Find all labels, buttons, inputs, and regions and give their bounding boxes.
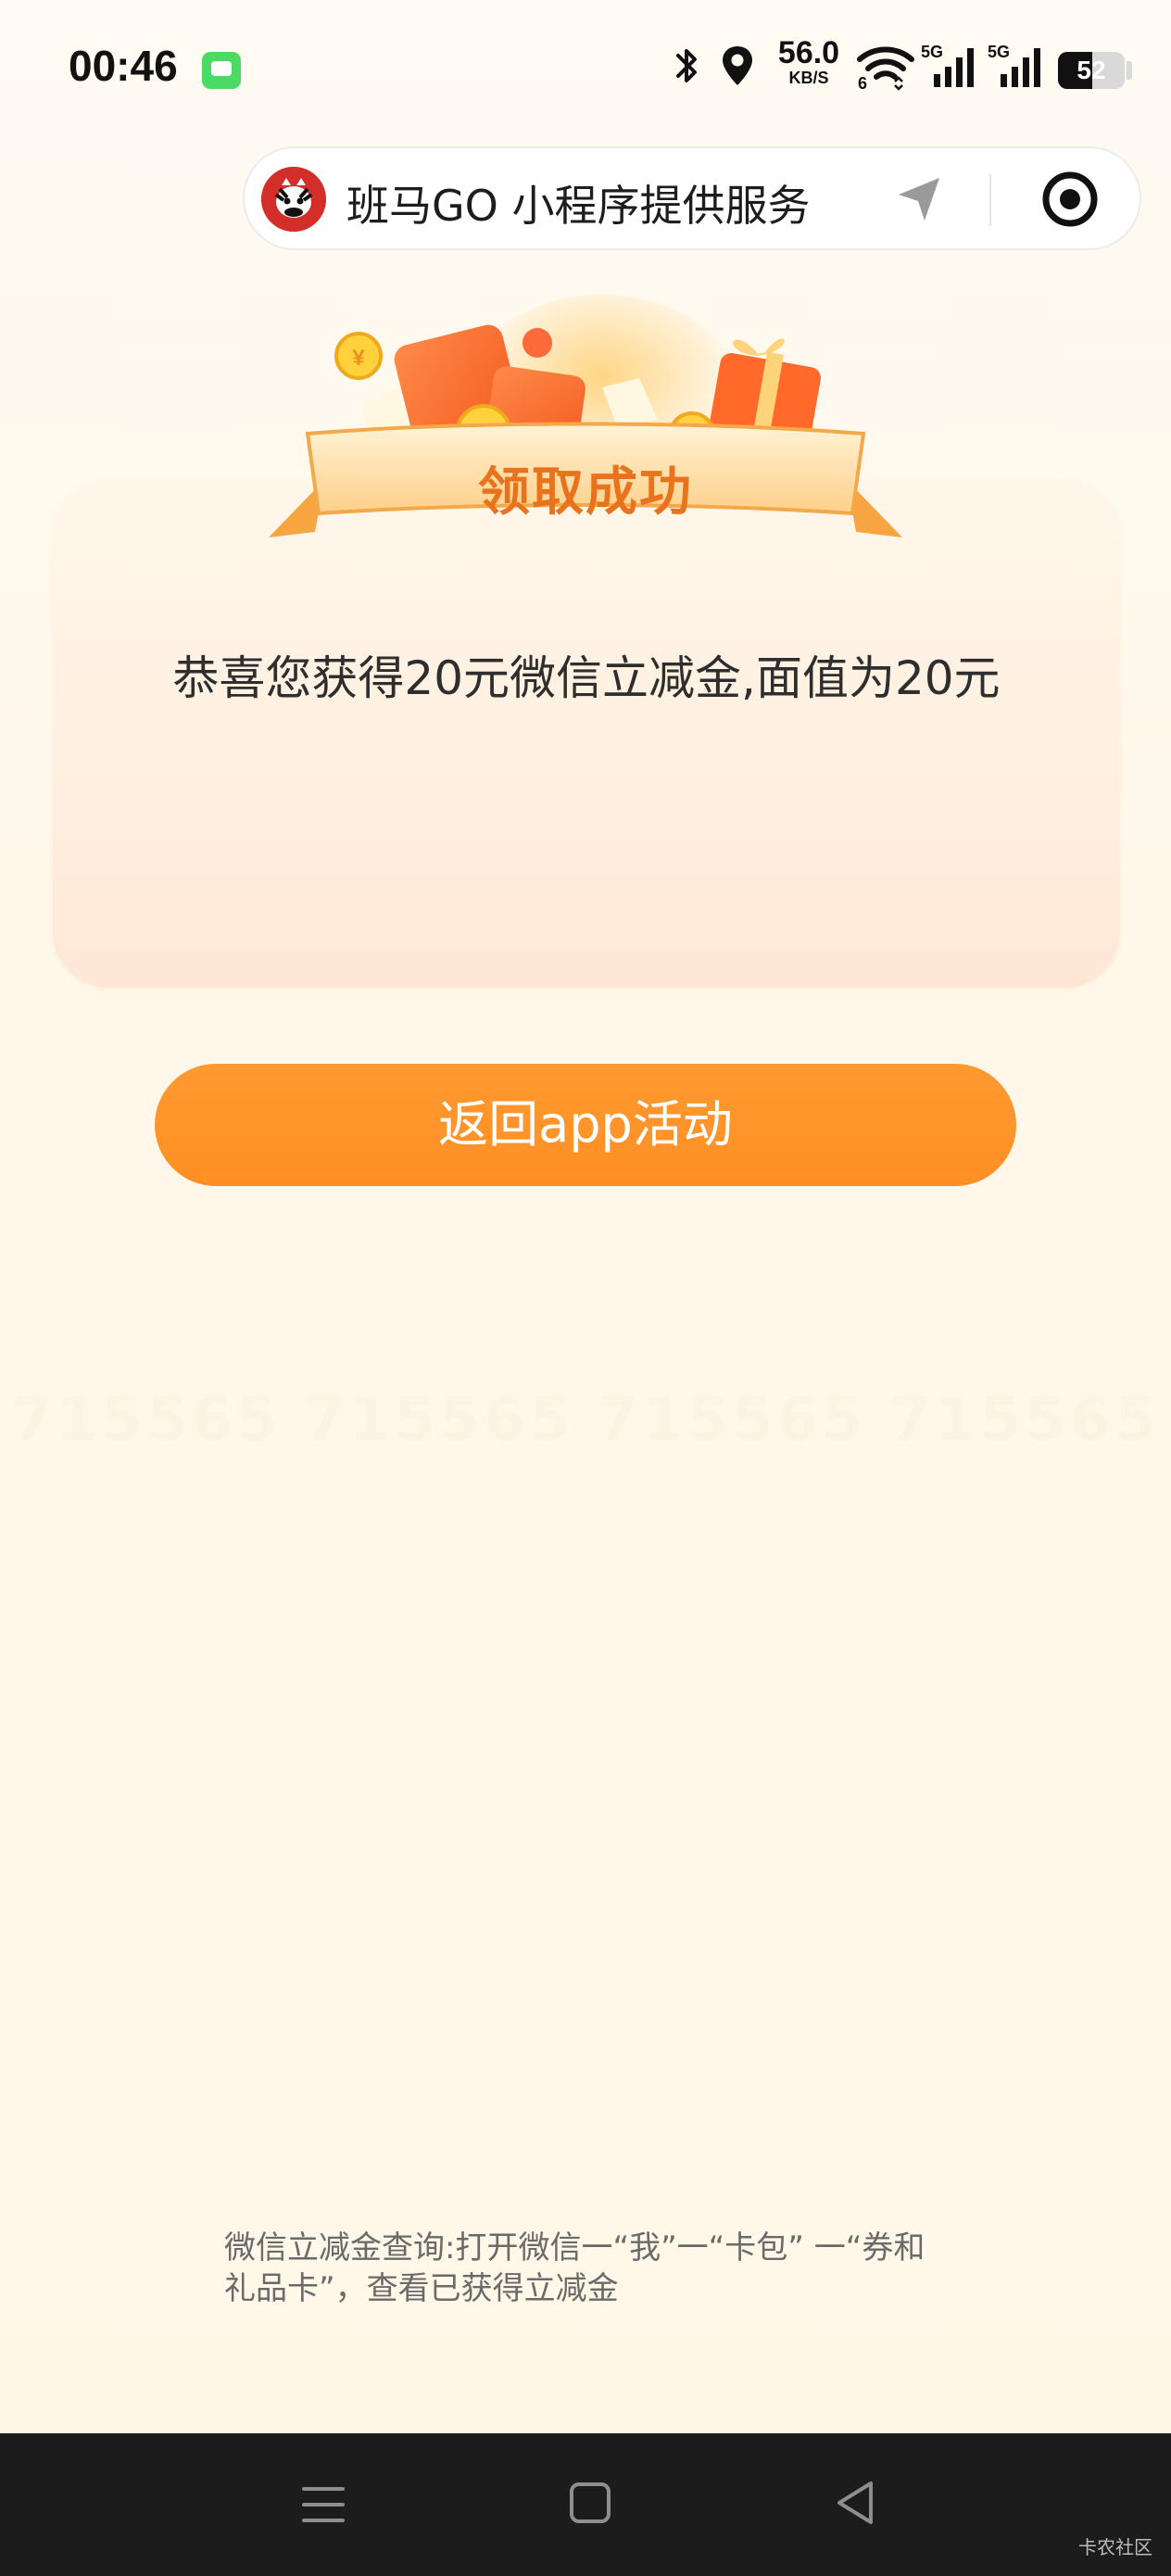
reward-message: 恭喜您获得20元微信立减金,面值为20元: [172, 651, 1001, 705]
back-triangle-icon[interactable]: [832, 2478, 878, 2532]
wifi-icon: 6: [856, 44, 915, 95]
svg-text:¥: ¥: [352, 346, 365, 371]
footer-note-line-1: 微信立减金查询:打开微信一“我”一“卡包” 一“券和: [224, 2229, 925, 2267]
mini-program-capsule[interactable]: 班马GO 小程序提供服务: [243, 146, 1141, 250]
status-indicators: 56.0 KB/S 6 5G 5G 52: [615, 35, 1171, 109]
watermark-text: 715565: [304, 1386, 574, 1455]
cellular-signal-1-icon: 5G: [921, 41, 980, 95]
network-speed: 56.0 KB/S: [767, 37, 850, 87]
battery-icon: 52: [1058, 52, 1125, 89]
message-app-icon: [202, 52, 241, 89]
navigation-arrow-icon[interactable]: [893, 174, 945, 226]
system-nav-bar: 卡农社区: [0, 2433, 1171, 2576]
capsule-title: 班马GO 小程序提供服务: [346, 181, 811, 231]
menu-icon[interactable]: [300, 2481, 346, 2532]
cellular-signal-2-icon: 5G: [988, 41, 1047, 95]
zebra-logo-icon: [261, 167, 326, 232]
network-speed-unit: KB/S: [788, 69, 829, 87]
location-icon: [719, 43, 756, 93]
footer-note: 微信立减金查询:打开微信一“我”一“卡包” 一“券和 礼品卡”，查看已获得立减金: [224, 2228, 947, 2309]
wifi-badge: 6: [858, 74, 867, 91]
status-bar: 00:46 56.0 KB/S 6 5G 5G 52: [0, 0, 1171, 139]
battery-level: 52: [1077, 56, 1106, 84]
network-speed-value: 56.0: [777, 35, 840, 70]
home-square-icon[interactable]: [567, 2480, 613, 2530]
watermark-text: 715565: [889, 1386, 1160, 1455]
corner-watermark: 卡农社区: [1078, 2536, 1152, 2558]
close-target-icon[interactable]: [1039, 169, 1101, 230]
signal-2-label: 5G: [988, 43, 1010, 61]
battery-tip: [1127, 61, 1132, 80]
banner-title: 领取成功: [478, 462, 693, 523]
watermark-text: 715565: [597, 1386, 867, 1455]
footer-note-line-2: 礼品卡”，查看已获得立减金: [224, 2270, 619, 2307]
success-banner: ¥ 领取成功: [250, 295, 921, 563]
signal-1-label: 5G: [921, 43, 943, 61]
return-to-app-button[interactable]: 返回app活动: [155, 1064, 1016, 1186]
capsule-divider: [989, 174, 991, 226]
status-time: 00:46: [69, 42, 178, 90]
watermark-text: 715565: [11, 1386, 282, 1455]
bluetooth-icon: [671, 43, 704, 93]
watermark-row: 715565 715565 715565 715565: [0, 1386, 1171, 1455]
